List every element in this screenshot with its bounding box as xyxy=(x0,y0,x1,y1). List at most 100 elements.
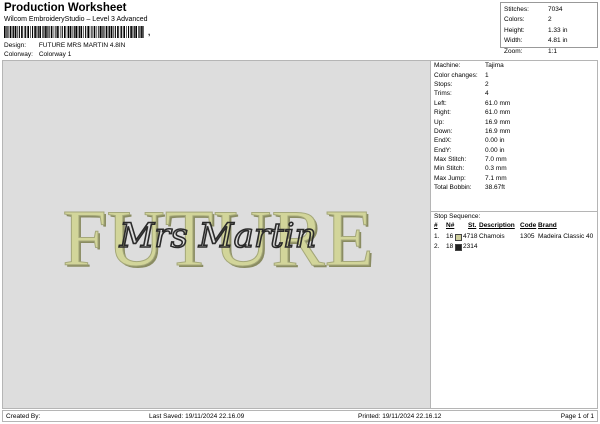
barcode-bar xyxy=(100,26,102,38)
machine-info-label: Down: xyxy=(434,127,453,135)
stop-st: 4718 xyxy=(463,233,478,240)
machine-info-value: 38.67ft xyxy=(485,184,505,192)
machine-info-row: EndX: 0.00 in xyxy=(431,136,597,145)
machine-info-value: 0.00 in xyxy=(485,146,505,154)
machine-info-row: Stops: 2 xyxy=(431,80,597,89)
design-preview: FUTURE FUTURE Mrs Martin xyxy=(2,60,431,409)
thread-color-swatch xyxy=(455,244,462,251)
stop-brand: Madeira Classic 40 xyxy=(538,233,594,240)
barcode-bar xyxy=(135,26,137,38)
footer-bar: Created By: Last Saved: 19/11/2024 22.16… xyxy=(2,410,598,422)
barcode-bar xyxy=(21,26,23,38)
worksheet-title: Production Worksheet xyxy=(4,2,127,14)
machine-info-value: 7.1 mm xyxy=(485,174,507,182)
stop-num: 1. xyxy=(434,233,440,240)
barcode-bar xyxy=(133,26,135,38)
barcode-bar xyxy=(102,26,103,38)
machine-info-label: Up: xyxy=(434,118,445,126)
last-saved: Last Saved: 19/11/2024 22.16.09 xyxy=(149,413,245,420)
stat-row-zoom: Zoom: 1:1 xyxy=(504,46,594,57)
stop-num: 2. xyxy=(434,243,440,250)
barcode-bar xyxy=(66,26,68,38)
machine-info-row: Left: 61.0 mm xyxy=(431,99,597,108)
machine-info-row: Color changes: 1 xyxy=(431,70,597,79)
barcode-bar xyxy=(126,26,127,38)
barcode-bar xyxy=(61,26,63,38)
barcode-bar xyxy=(39,26,41,38)
barcode-bar xyxy=(25,26,27,38)
barcode-bar xyxy=(96,26,98,38)
barcode-bar xyxy=(27,26,29,38)
machine-info-row: Machine: Tajima xyxy=(431,61,597,70)
barcode-bar xyxy=(105,26,108,38)
machine-info-label: Max Jump: xyxy=(434,174,466,182)
col-st: St. xyxy=(468,222,477,229)
thread-color-swatch xyxy=(455,234,462,241)
machine-info-label: Machine: xyxy=(434,62,461,70)
machine-info-value: 0.3 mm xyxy=(485,165,507,173)
machine-info-label: Left: xyxy=(434,99,447,107)
col-needle: N# xyxy=(446,222,455,229)
barcode-bar xyxy=(85,26,87,38)
stat-label: Height: xyxy=(504,26,525,34)
barcode-bar xyxy=(64,26,66,38)
stat-value: 1.33 in xyxy=(548,26,568,34)
barcode-bar xyxy=(34,26,36,38)
machine-info-label: Max Stitch: xyxy=(434,156,467,164)
barcode-bar xyxy=(9,26,12,38)
stat-row-stitches: Stitches: 7034 xyxy=(504,4,594,15)
machine-info-panel: Machine: Tajima Color changes: 1 Stops: 2 Trim… xyxy=(431,60,598,409)
script-text: Mrs Martin xyxy=(118,216,316,256)
barcode-bar xyxy=(143,26,144,38)
barcode-bar xyxy=(121,26,123,38)
stats-box: Stitches: 7034 Colors: 2 Height: 1.33 in Wi… xyxy=(500,2,598,55)
machine-info-label: EndX: xyxy=(434,137,452,145)
machine-info-list: Machine: Tajima Color changes: 1 Stops: 2 Trim… xyxy=(431,61,597,192)
barcode-bar xyxy=(18,26,20,38)
machine-info-row: Max Jump: 7.1 mm xyxy=(431,174,597,183)
colorway-label: Colorway: xyxy=(4,51,33,58)
barcode-bar xyxy=(32,26,34,38)
barcode-bar xyxy=(23,26,25,38)
machine-info-row: Down: 16.9 mm xyxy=(431,127,597,136)
barcode-bar xyxy=(68,26,70,38)
machine-info-value: 0.00 in xyxy=(485,137,505,145)
page-number: Page 1 of 1 xyxy=(560,413,594,420)
barcode-bar xyxy=(7,26,9,38)
machine-info-label: Trims: xyxy=(434,90,452,98)
stat-label: Width: xyxy=(504,37,523,45)
barcode-bar xyxy=(113,26,114,38)
stop-code: 1305 xyxy=(520,233,535,240)
barcode-bar xyxy=(69,26,72,38)
design-value: FUTURE MRS MARTIN 4.8IN xyxy=(38,42,126,49)
barcode-bar xyxy=(73,26,75,38)
barcode-bar xyxy=(141,26,143,38)
machine-info-row: Min Stitch: 0.3 mm xyxy=(431,164,597,173)
barcode-bar xyxy=(48,26,50,38)
barcode-bar xyxy=(13,26,15,38)
barcode-bar xyxy=(138,26,139,38)
barcode-bar xyxy=(93,26,96,38)
barcode-suffix: , xyxy=(148,28,151,37)
stat-row-colors: Colors: 2 xyxy=(504,15,594,26)
machine-info-value: 1 xyxy=(485,71,489,79)
barcode-bar xyxy=(30,26,31,38)
barcode-bar xyxy=(11,26,13,38)
barcode-bar xyxy=(42,26,43,38)
barcode-bar xyxy=(114,26,116,38)
barcode-bar xyxy=(80,26,83,38)
machine-info-value: 16.9 mm xyxy=(485,118,511,126)
col-num: # xyxy=(434,222,438,229)
barcode-bar xyxy=(78,26,80,38)
stat-value: 4.81 in xyxy=(548,37,568,45)
machine-info-value: 4 xyxy=(485,90,489,98)
barcode-bar xyxy=(139,26,141,38)
barcode-bar xyxy=(36,26,38,38)
stop-st: 2314 xyxy=(463,243,478,250)
barcode-bar xyxy=(77,26,79,38)
stat-value: 2 xyxy=(548,16,552,24)
stat-label: Zoom: xyxy=(504,47,523,55)
machine-info-label: Stops: xyxy=(434,80,453,88)
machine-info-value: 61.0 mm xyxy=(485,109,511,117)
barcode-bar xyxy=(59,26,61,38)
